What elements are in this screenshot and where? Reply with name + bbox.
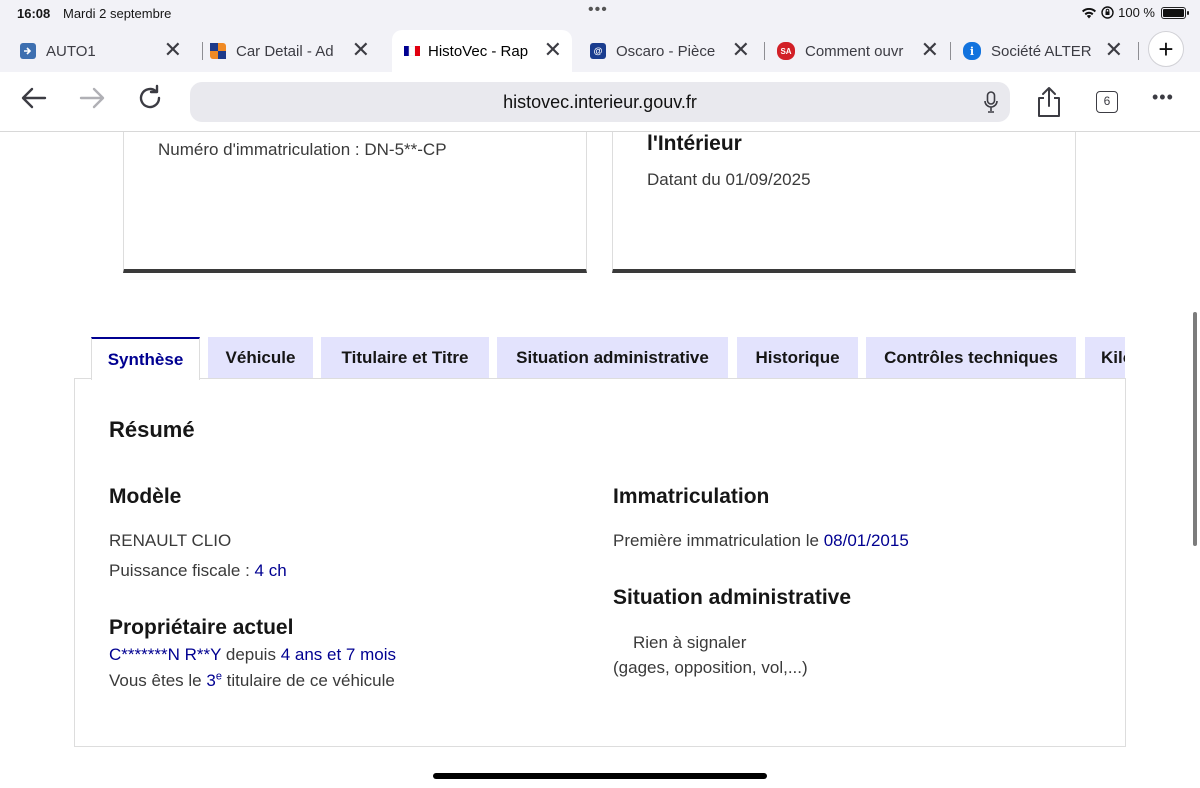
admin-situation-status: Rien à signaler [633, 633, 747, 652]
browser-tab-societe[interactable]: i Société ALTER ✕ [963, 30, 1133, 72]
owner-line: C*******N R**Y depuis 4 ans et 7 mois [109, 645, 396, 665]
tab-title: AUTO1 [46, 42, 96, 60]
tab-separator [202, 42, 203, 60]
wifi-icon [1082, 7, 1097, 18]
tab-synthese[interactable]: Synthèse [91, 337, 200, 380]
fiscal-power-value: 4 ch [254, 561, 287, 580]
tab-vehicule[interactable]: Véhicule [208, 337, 313, 379]
tab-title: Car Detail - Ad [236, 42, 334, 60]
page-scrollbar[interactable] [1193, 312, 1197, 546]
forward-arrow-icon[interactable] [78, 84, 106, 118]
owner-rank-suffix: titulaire de ce véhicule [221, 671, 395, 690]
close-tab-icon[interactable]: ✕ [352, 39, 370, 61]
status-date: Mardi 2 septembre [63, 6, 172, 21]
close-tab-icon[interactable]: ✕ [732, 39, 750, 61]
owner-rank-prefix: Vous êtes le [109, 671, 207, 690]
browser-tab-comment-ouvrir[interactable]: SA Comment ouvr ✕ [777, 30, 949, 72]
close-tab-icon[interactable]: ✕ [544, 39, 562, 61]
fiscal-power-line: Puissance fiscale : 4 ch [109, 561, 287, 581]
browser-tab-oscaro[interactable]: @ Oscaro - Pièce ✕ [590, 30, 760, 72]
orientation-lock-icon [1101, 6, 1114, 19]
tab-kilometrage[interactable]: Kilométrage [1085, 337, 1125, 379]
tab-title: Société ALTER [991, 42, 1092, 60]
tab-overview-button[interactable]: 6 [1096, 91, 1118, 113]
tab-title: Comment ouvr [805, 42, 904, 60]
ministry-heading: l'Intérieur [647, 132, 742, 155]
republique-francaise-favicon-icon [404, 43, 420, 59]
report-date-line: Datant du 01/09/2025 [647, 170, 811, 189]
tab-separator [1138, 42, 1139, 60]
back-arrow-icon[interactable] [20, 84, 48, 118]
close-tab-icon[interactable]: ✕ [921, 39, 939, 61]
share-icon[interactable] [1036, 86, 1062, 118]
browser-tab-bar: AUTO1 ✕ Car Detail - Ad ✕ HistoVec - Rap… [0, 26, 1200, 72]
more-options-icon[interactable]: ••• [1152, 87, 1174, 108]
plate-number-line: Numéro d'immatriculation : DN-5**-CP [158, 140, 447, 159]
model-heading: Modèle [109, 485, 182, 508]
close-tab-icon[interactable]: ✕ [164, 39, 182, 61]
close-tab-icon[interactable]: ✕ [1105, 39, 1123, 61]
browser-tab-car-detail[interactable]: Car Detail - Ad ✕ [210, 30, 380, 72]
browser-toolbar: histovec.interieur.gouv.fr 6 ••• [0, 72, 1200, 132]
admin-situation-note: (gages, opposition, vol,...) [613, 658, 808, 677]
multitasking-dots-icon[interactable]: ••• [588, 1, 608, 19]
owner-rank-value: 3 [206, 671, 216, 690]
tab-separator [764, 42, 765, 60]
model-name: RENAULT CLIO [109, 531, 232, 550]
browser-tab-histovec[interactable]: HistoVec - Rap ✕ [392, 30, 572, 72]
fiscal-power-label: Puissance fiscale : [109, 561, 255, 580]
status-time: 16:08 [17, 6, 51, 21]
owner-since-label: depuis [221, 645, 281, 664]
car-detail-favicon-icon [210, 43, 226, 59]
tab-situation-administrative[interactable]: Situation administrative [497, 337, 728, 379]
tab-titulaire-titre[interactable]: Titulaire et Titre [321, 337, 489, 379]
admin-situation-heading: Situation administrative [613, 586, 852, 609]
new-tab-button[interactable]: + [1148, 31, 1184, 67]
owner-heading: Propriétaire actuel [109, 616, 294, 639]
first-registration-date: 08/01/2015 [823, 531, 909, 550]
status-indicators: 100 % [1081, 5, 1189, 20]
synthese-panel: Résumé Modèle RENAULT CLIO Puissance fis… [74, 378, 1126, 747]
tab-controles-techniques[interactable]: Contrôles techniques [866, 337, 1076, 379]
reload-icon[interactable] [136, 84, 164, 118]
tab-separator [950, 42, 951, 60]
info-favicon-icon: i [963, 42, 981, 60]
sa-favicon-icon: SA [777, 42, 795, 60]
first-registration-label: Première immatriculation le [613, 531, 824, 550]
tab-historique[interactable]: Historique [737, 337, 858, 379]
plate-card: Numéro d'immatriculation : DN-5**-CP [123, 132, 587, 273]
battery-icon [1161, 6, 1189, 19]
tab-title: HistoVec - Rap [428, 42, 529, 60]
oscaro-favicon-icon: @ [590, 43, 606, 59]
address-url: histovec.interieur.gouv.fr [503, 92, 697, 112]
battery-percent: 100 % [1118, 5, 1155, 20]
registration-heading: Immatriculation [613, 485, 770, 508]
home-indicator[interactable] [433, 773, 767, 779]
browser-tab-auto1[interactable]: AUTO1 ✕ [20, 30, 192, 72]
microphone-icon[interactable] [984, 91, 998, 113]
auto1-favicon-icon [20, 43, 36, 59]
summary-title: Résumé [109, 417, 195, 442]
owner-since-value: 4 ans et 7 mois [280, 645, 396, 664]
status-bar: 16:08 Mardi 2 septembre ••• 100 % [0, 0, 1200, 26]
ministry-card: l'Intérieur Datant du 01/09/2025 [612, 132, 1076, 273]
owner-rank-line: Vous êtes le 3e titulaire de ce véhicule [109, 671, 395, 691]
address-bar[interactable]: histovec.interieur.gouv.fr [190, 82, 1010, 122]
tab-title: Oscaro - Pièce [616, 42, 716, 60]
first-registration-line: Première immatriculation le 08/01/2015 [613, 531, 909, 551]
owner-name: C*******N R**Y [109, 645, 222, 664]
